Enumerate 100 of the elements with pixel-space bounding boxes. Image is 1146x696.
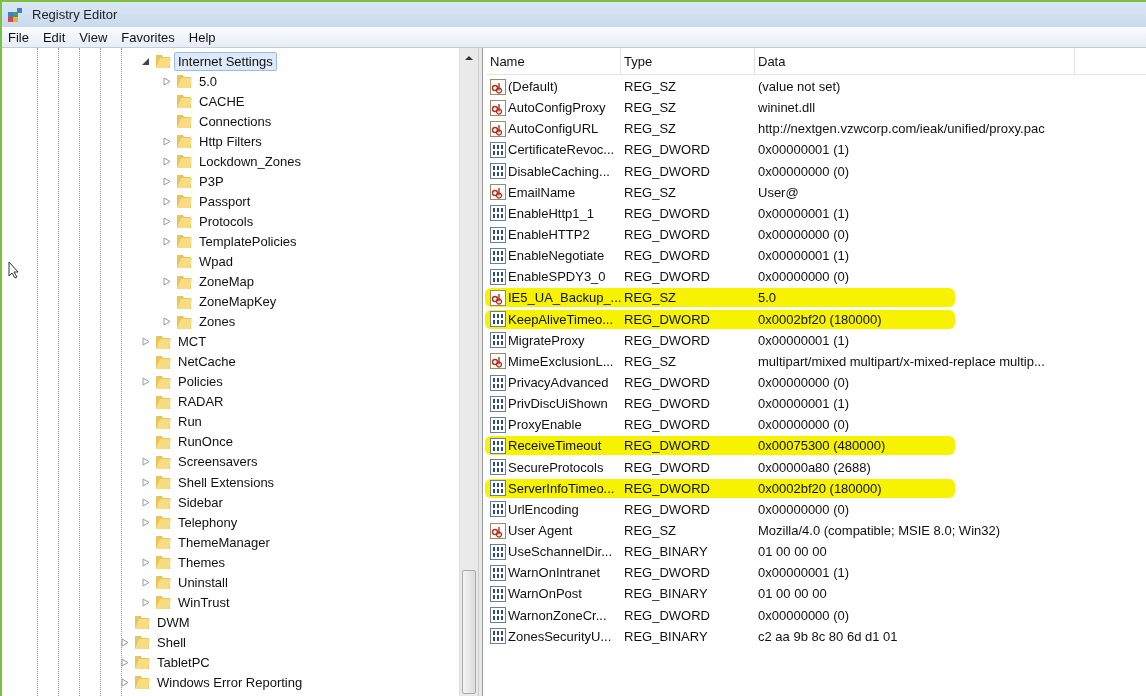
folder-icon [175, 152, 193, 171]
value-type: REG_DWORD [623, 269, 711, 285]
value-name[interactable]: EnableNegotiate [508, 248, 605, 264]
value-type: REG_DWORD [623, 459, 711, 475]
value-data: User@ [757, 184, 799, 200]
expand-arrow-icon[interactable] [163, 317, 171, 327]
value-type: REG_BINARY [623, 586, 709, 602]
value-name[interactable]: MigrateProxy [508, 332, 585, 348]
expand-arrow-icon[interactable] [142, 377, 150, 387]
value-name[interactable]: UrlEncoding [508, 501, 579, 517]
value-type: REG_DWORD [623, 375, 711, 391]
value-type: REG_DWORD [623, 480, 711, 496]
expand-arrow-icon[interactable] [163, 196, 171, 206]
value-name[interactable]: WarnonZoneCr... [508, 607, 607, 623]
value-data: 0x00075300 (480000) [757, 438, 886, 454]
value-type: REG_SZ [623, 79, 677, 95]
folder-icon [175, 72, 193, 91]
value-name[interactable]: ReceiveTimeout [508, 438, 602, 454]
scroll-up-arrow-icon[interactable] [465, 56, 473, 60]
value-name[interactable]: ServerInfoTimeo... [508, 480, 615, 496]
value-name[interactable]: KeepAliveTimeo... [508, 311, 613, 327]
window-title: Registry Editor [32, 7, 118, 22]
menu-item[interactable]: Favorites [115, 29, 183, 45]
collapse-arrow-icon[interactable] [142, 56, 150, 66]
column-header[interactable]: Type [621, 48, 755, 74]
value-name[interactable]: EnableHttp1_1 [508, 205, 594, 221]
scrollbar-thumb[interactable] [462, 570, 476, 694]
expand-arrow-icon[interactable] [142, 457, 150, 467]
value-type: REG_DWORD [623, 565, 711, 581]
expand-arrow-icon[interactable] [142, 557, 150, 567]
value-name[interactable]: (Default) [508, 79, 558, 95]
value-name[interactable]: MimeExclusionL... [508, 353, 614, 369]
value-type: REG_BINARY [623, 628, 709, 644]
expand-arrow-icon[interactable] [142, 337, 150, 347]
value-name[interactable]: AutoConfigURL [508, 121, 599, 137]
value-name[interactable]: PrivDiscUiShown [508, 396, 608, 412]
value-data: 0x00000000 (0) [757, 375, 850, 391]
value-type: REG_DWORD [623, 607, 711, 623]
value-data: (value not set) [757, 79, 841, 95]
value-type: REG_BINARY [623, 544, 709, 560]
value-name[interactable]: ZonesSecurityU... [508, 628, 612, 644]
expand-arrow-icon[interactable] [121, 637, 129, 647]
expand-arrow-icon[interactable] [142, 517, 150, 527]
menu-item[interactable]: Edit [36, 29, 74, 45]
value-data: 01 00 00 00 [757, 544, 827, 560]
value-name[interactable]: ProxyEnable [508, 417, 582, 433]
column-header[interactable]: Name [487, 48, 621, 74]
value-data: Mozilla/4.0 (compatible; MSIE 8.0; Win32) [757, 523, 1001, 538]
menu-item[interactable]: Help [182, 29, 224, 45]
value-name[interactable]: IE5_UA_Backup_... [508, 290, 622, 306]
menu-item[interactable]: File [2, 29, 37, 45]
value-type: REG_DWORD [623, 227, 711, 243]
value-data: 0x00000001 (1) [757, 205, 850, 221]
value-data: 01 00 00 00 [757, 586, 827, 602]
value-name[interactable]: WarnOnPost [508, 586, 582, 602]
menu-item[interactable]: View [73, 29, 116, 45]
expand-arrow-icon[interactable] [142, 477, 150, 487]
column-header[interactable]: Data [755, 48, 1075, 74]
expand-arrow-icon[interactable] [121, 677, 129, 687]
value-name[interactable]: User Agent [508, 523, 573, 538]
value-type: REG_DWORD [623, 417, 711, 433]
expand-arrow-icon[interactable] [163, 176, 171, 186]
expand-arrow-icon[interactable] [163, 277, 171, 287]
expand-arrow-icon[interactable] [163, 76, 171, 86]
expand-arrow-icon[interactable] [121, 657, 129, 667]
registry-app-icon [6, 5, 24, 24]
folder-icon [154, 52, 172, 70]
value-data: wininet.dll [757, 100, 816, 116]
folder-icon [154, 513, 172, 532]
value-name[interactable]: EnableHTTP2 [508, 227, 590, 243]
expand-arrow-icon[interactable] [142, 597, 150, 607]
expand-arrow-icon[interactable] [142, 577, 150, 587]
folder-icon [133, 673, 151, 692]
value-name[interactable]: UseSchannelDir... [508, 544, 613, 560]
value-data: 0x00000000 (0) [757, 227, 850, 243]
scrollbar[interactable] [459, 48, 478, 696]
folder-icon [154, 593, 172, 612]
value-data: 0x00000000 (0) [757, 501, 850, 517]
value-name[interactable]: SecureProtocols [508, 459, 604, 475]
value-data: 0x00000000 (0) [757, 417, 850, 433]
expand-arrow-icon[interactable] [163, 136, 171, 146]
folder-icon [133, 633, 151, 652]
value-type: REG_SZ [623, 290, 677, 306]
mouse-pointer-icon [8, 261, 20, 279]
value-name[interactable]: EnableSPDY3_0 [508, 269, 606, 285]
value-name[interactable]: PrivacyAdvanced [508, 375, 609, 391]
expand-arrow-icon[interactable] [163, 236, 171, 246]
value-type: REG_DWORD [623, 311, 711, 327]
value-type: REG_DWORD [623, 163, 711, 179]
folder-icon [133, 613, 151, 632]
value-name[interactable]: DisableCaching... [508, 163, 610, 179]
expand-arrow-icon[interactable] [163, 156, 171, 166]
expand-arrow-icon[interactable] [142, 497, 150, 507]
value-name[interactable]: CertificateRevoc... [508, 142, 615, 158]
value-name[interactable]: EmailName [508, 184, 576, 200]
folder-icon [154, 553, 172, 572]
tree-item[interactable]: Internet Settings [174, 51, 277, 71]
value-name[interactable]: WarnOnIntranet [508, 565, 600, 581]
value-name[interactable]: AutoConfigProxy [508, 100, 606, 116]
expand-arrow-icon[interactable] [163, 216, 171, 226]
